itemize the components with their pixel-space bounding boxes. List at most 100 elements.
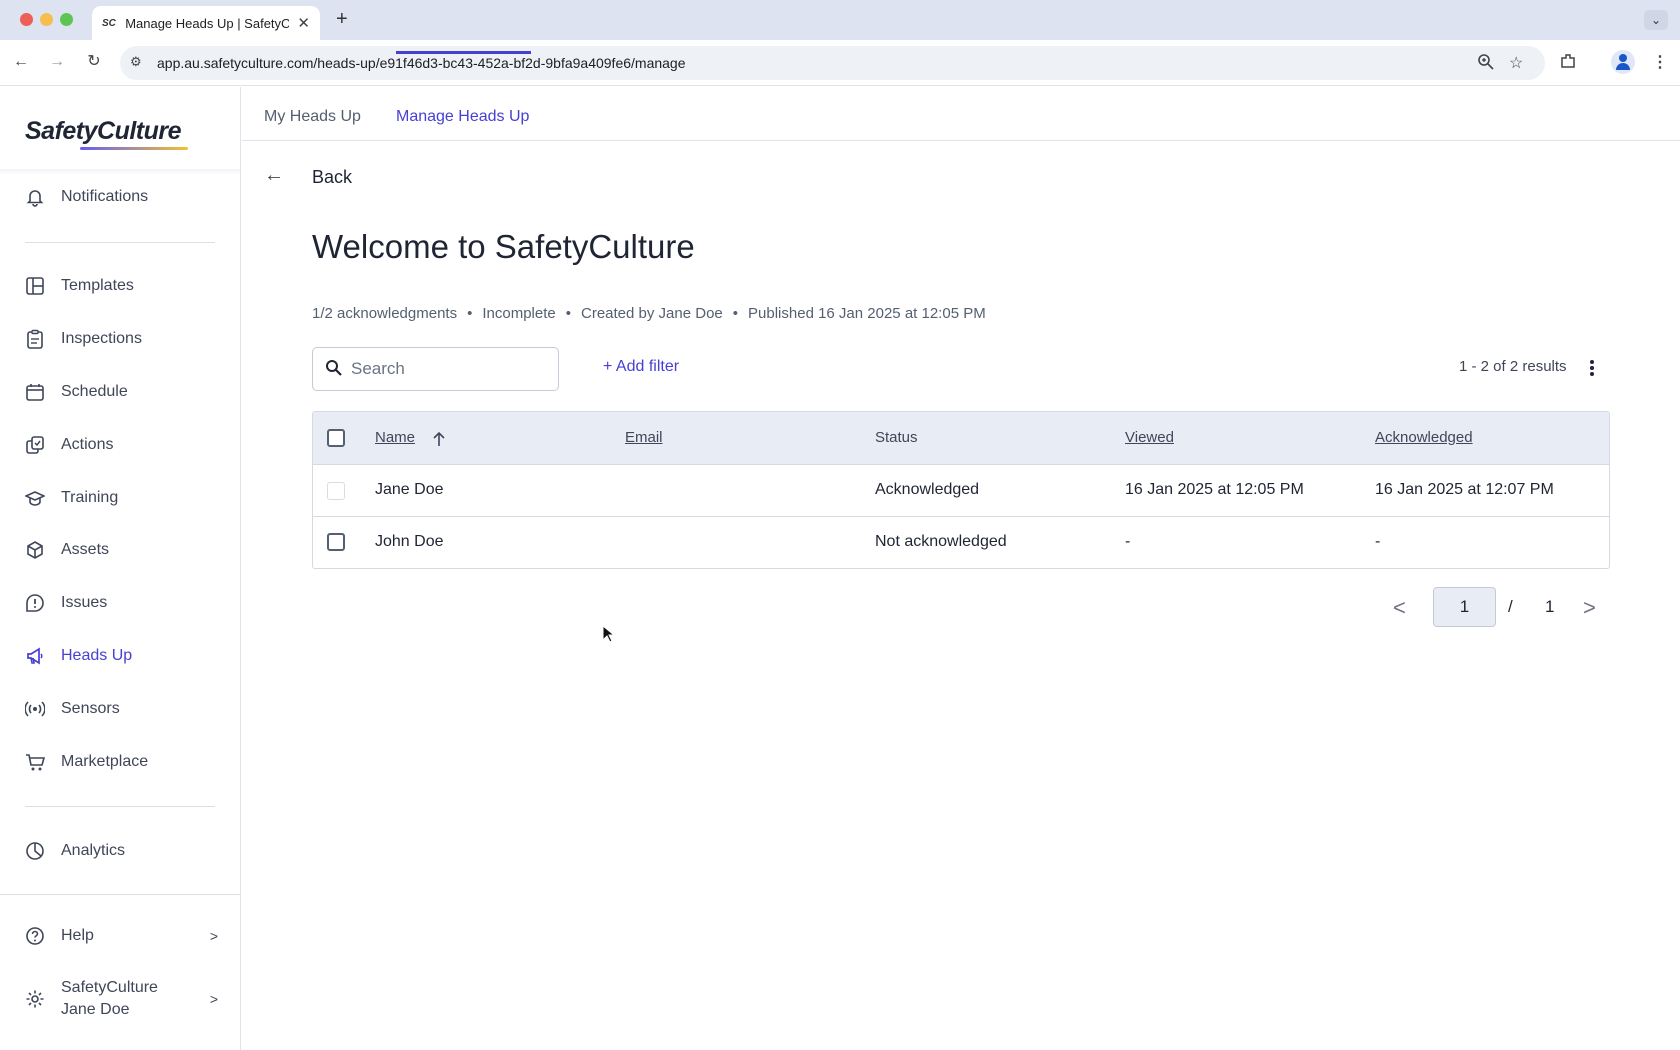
- recipients-table: Name Email Status Viewed Acknowledged Ja…: [312, 411, 1610, 569]
- calendar-icon: [26, 384, 44, 401]
- logo[interactable]: SafetyCulture: [25, 117, 182, 146]
- maximize-window-button[interactable]: [60, 13, 73, 26]
- help-icon: [26, 927, 44, 945]
- reload-icon[interactable]: ↻: [83, 51, 105, 73]
- table-row[interactable]: John Doe Not acknowledged - -: [313, 517, 1609, 568]
- profile-icon[interactable]: [1611, 50, 1635, 74]
- page-number-input[interactable]: 1: [1433, 587, 1496, 627]
- graduation-cap-icon: [25, 491, 45, 506]
- column-header-viewed[interactable]: Viewed: [1125, 429, 1174, 446]
- bookmark-star-icon[interactable]: ☆: [1509, 53, 1523, 73]
- sidebar-item-label: Assets: [61, 541, 110, 558]
- meta-separator: •: [565, 305, 571, 322]
- back-icon[interactable]: ←: [10, 51, 32, 73]
- tab-manage-heads-up[interactable]: Manage Heads Up: [396, 108, 529, 126]
- zoom-icon[interactable]: [1477, 53, 1495, 71]
- gear-icon: [26, 990, 44, 1008]
- sidebar-item-label: Schedule: [61, 383, 128, 400]
- forward-icon[interactable]: →: [46, 51, 68, 73]
- sidebar-item-notifications[interactable]: Notifications: [0, 177, 240, 217]
- more-options-icon[interactable]: [1587, 358, 1597, 378]
- site-settings-icon[interactable]: ⚙: [130, 54, 142, 70]
- published-date: Published 16 Jan 2025 at 12:05 PM: [748, 305, 986, 322]
- total-pages: 1: [1545, 597, 1555, 616]
- table-header: Name Email Status Viewed Acknowledged: [313, 412, 1609, 465]
- column-header-status: Status: [875, 429, 918, 446]
- extensions-icon[interactable]: [1559, 52, 1577, 70]
- search-input[interactable]: [351, 356, 551, 382]
- select-all-checkbox[interactable]: [327, 429, 345, 447]
- acknowledgment-count: 1/2 acknowledgments: [312, 305, 458, 322]
- sidebar-item-label: Sensors: [61, 700, 120, 717]
- sidebar-item-training[interactable]: Training: [0, 478, 240, 518]
- active-tab-indicator: [396, 51, 531, 54]
- back-label: Back: [312, 167, 353, 187]
- chevron-right-icon: >: [209, 991, 218, 1007]
- sensor-icon: [25, 701, 45, 717]
- browser-tab[interactable]: SC Manage Heads Up | SafetyCulture ✕: [92, 6, 320, 40]
- sidebar-item-label: Inspections: [61, 330, 142, 347]
- search-box[interactable]: [312, 347, 559, 391]
- previous-page-icon[interactable]: <: [1393, 595, 1406, 621]
- tab-my-heads-up[interactable]: My Heads Up: [264, 108, 361, 126]
- org-name: SafetyCulture: [61, 979, 158, 996]
- sidebar-item-label: Training: [61, 489, 119, 506]
- logo-underline: [80, 147, 188, 150]
- cell-name: John Doe: [375, 533, 444, 550]
- sidebar-item-heads-up[interactable]: Heads Up: [0, 636, 240, 676]
- sidebar-item-sensors[interactable]: Sensors: [0, 689, 240, 729]
- page-tabs: My Heads Up Manage Heads Up: [242, 87, 1680, 141]
- alert-icon: [26, 594, 44, 612]
- cell-acknowledged: -: [1375, 533, 1381, 550]
- page-separator: /: [1508, 597, 1513, 616]
- sort-ascending-icon[interactable]: [432, 431, 446, 447]
- sidebar-item-label: Actions: [61, 436, 114, 453]
- arrow-left-icon: ←: [264, 164, 284, 186]
- sidebar-item-organization[interactable]: SafetyCulture Jane Doe >: [0, 977, 240, 1021]
- sidebar-item-help[interactable]: Help >: [0, 916, 240, 956]
- sidebar-item-label: Templates: [61, 277, 134, 294]
- url-text: app.au.safetyculture.com/heads-up/e91f46…: [157, 55, 686, 71]
- browser-menu-icon[interactable]: ⋮: [1652, 52, 1668, 72]
- meta-separator: •: [732, 305, 739, 322]
- column-header-acknowledged[interactable]: Acknowledged: [1375, 429, 1473, 446]
- sidebar-footer-divider: [0, 894, 240, 895]
- sidebar-item-templates[interactable]: Templates: [0, 266, 240, 306]
- bell-icon: [26, 190, 44, 207]
- sidebar-item-inspections[interactable]: Inspections: [0, 319, 240, 359]
- sidebar: SafetyCulture Notifications Templates In…: [0, 87, 241, 1050]
- sidebar-item-schedule[interactable]: Schedule: [0, 372, 240, 412]
- table-row[interactable]: Jane Doe Acknowledged 16 Jan 2025 at 12:…: [313, 465, 1609, 517]
- cell-viewed: 16 Jan 2025 at 12:05 PM: [1125, 481, 1304, 498]
- templates-icon: [26, 277, 44, 295]
- logo-shadow: [0, 169, 240, 175]
- row-checkbox[interactable]: [327, 533, 345, 551]
- minimize-window-button[interactable]: [40, 13, 53, 26]
- sidebar-item-label: Help: [61, 927, 94, 944]
- sidebar-item-label: Analytics: [61, 842, 126, 859]
- cell-status: Acknowledged: [875, 481, 980, 498]
- next-page-icon[interactable]: >: [1583, 595, 1596, 621]
- column-header-name[interactable]: Name: [375, 429, 415, 446]
- sidebar-item-issues[interactable]: Issues: [0, 583, 240, 623]
- close-window-button[interactable]: [20, 13, 33, 26]
- cell-acknowledged: 16 Jan 2025 at 12:07 PM: [1375, 481, 1554, 498]
- cart-icon: [26, 754, 45, 771]
- completion-status: Incomplete: [482, 305, 556, 322]
- sidebar-item-assets[interactable]: Assets: [0, 530, 240, 570]
- new-tab-icon[interactable]: +: [336, 8, 348, 31]
- mouse-cursor-icon: [602, 625, 614, 643]
- sidebar-item-actions[interactable]: Actions: [0, 425, 240, 465]
- tab-search-icon[interactable]: ⌄: [1644, 10, 1668, 30]
- sidebar-divider: [25, 242, 215, 243]
- url-field[interactable]: ⚙ app.au.safetyculture.com/heads-up/e91f…: [120, 46, 1545, 80]
- sidebar-item-analytics[interactable]: Analytics: [0, 831, 240, 871]
- close-tab-icon[interactable]: ✕: [297, 14, 310, 32]
- add-filter-button[interactable]: + Add filter: [603, 358, 679, 376]
- pie-chart-icon: [26, 842, 44, 860]
- cell-status: Not acknowledged: [875, 533, 1007, 550]
- column-header-email[interactable]: Email: [625, 429, 663, 446]
- user-name: Jane Doe: [61, 1001, 130, 1018]
- sidebar-item-marketplace[interactable]: Marketplace: [0, 742, 240, 782]
- favicon-icon: SC: [102, 17, 116, 29]
